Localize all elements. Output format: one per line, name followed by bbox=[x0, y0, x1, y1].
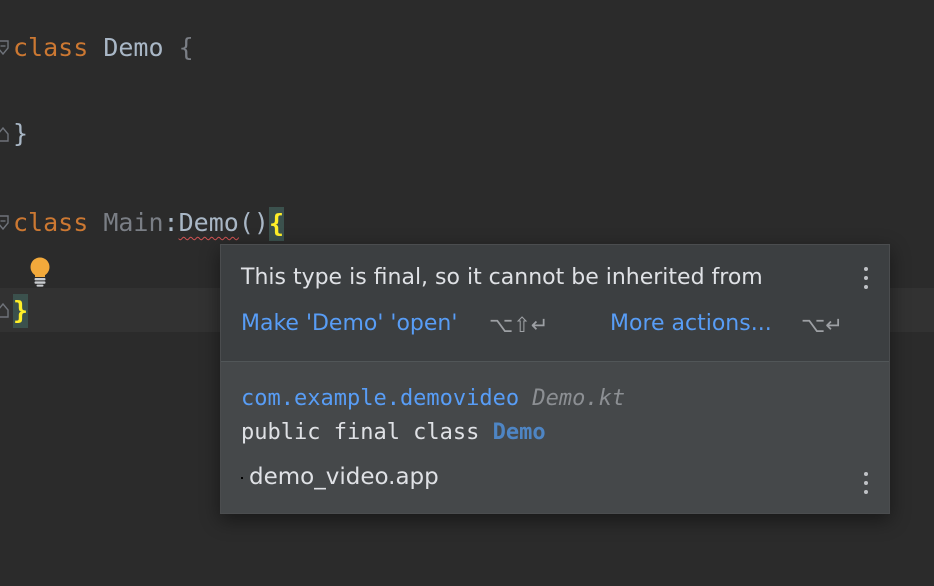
more-actions-shortcut: ⌥↵ bbox=[801, 313, 843, 337]
module-label: demo_video.app bbox=[249, 464, 439, 490]
error-tooltip-popup[interactable]: This type is final, so it cannot be inhe… bbox=[220, 244, 890, 514]
module-name: demo_video.app bbox=[241, 464, 439, 490]
fold-marker-icon[interactable] bbox=[0, 302, 9, 318]
more-actions-link[interactable]: More actions... bbox=[610, 311, 772, 336]
colon: : bbox=[163, 208, 179, 237]
fold-marker-icon[interactable] bbox=[0, 40, 9, 56]
more-options-icon[interactable] bbox=[861, 265, 871, 293]
code-line-close-demo[interactable]: } bbox=[0, 112, 934, 156]
keyword-class: class bbox=[13, 208, 89, 237]
declaration-prefix: public final class bbox=[241, 420, 480, 445]
error-message: This type is final, so it cannot be inhe… bbox=[241, 265, 763, 290]
package-link[interactable]: com.example.demovideo bbox=[241, 386, 519, 411]
doc-package-line: com.example.demovideo Demo.kt bbox=[241, 386, 625, 411]
class-name-main: Main bbox=[103, 208, 164, 237]
make-open-shortcut: ⌥⇧↵ bbox=[489, 313, 549, 337]
open-brace: { bbox=[178, 33, 194, 62]
make-open-action-link[interactable]: Make 'Demo' 'open' bbox=[241, 311, 457, 336]
doc-declaration: public final class Demo bbox=[241, 420, 546, 445]
fold-marker-icon[interactable] bbox=[0, 126, 9, 142]
code-line-class-main[interactable]: class Main:Demo(){ bbox=[0, 201, 934, 245]
close-brace: } bbox=[13, 119, 29, 148]
more-options-icon[interactable] bbox=[861, 470, 871, 498]
declaration-name-link[interactable]: Demo bbox=[493, 420, 546, 445]
close-brace-highlighted: } bbox=[13, 294, 29, 328]
parens: () bbox=[238, 208, 269, 237]
keyword-class: class bbox=[13, 33, 89, 62]
file-name: Demo.kt bbox=[532, 386, 626, 411]
code-line-class-demo[interactable]: class Demo { bbox=[0, 26, 934, 70]
intention-bulb-icon[interactable] bbox=[26, 256, 54, 288]
open-brace-highlighted: { bbox=[268, 207, 284, 241]
fold-marker-icon[interactable] bbox=[0, 215, 9, 231]
module-icon bbox=[241, 476, 243, 479]
class-name-demo: Demo bbox=[103, 33, 164, 62]
error-section: This type is final, so it cannot be inhe… bbox=[221, 245, 889, 361]
supertype-demo-error[interactable]: Demo bbox=[179, 208, 239, 237]
